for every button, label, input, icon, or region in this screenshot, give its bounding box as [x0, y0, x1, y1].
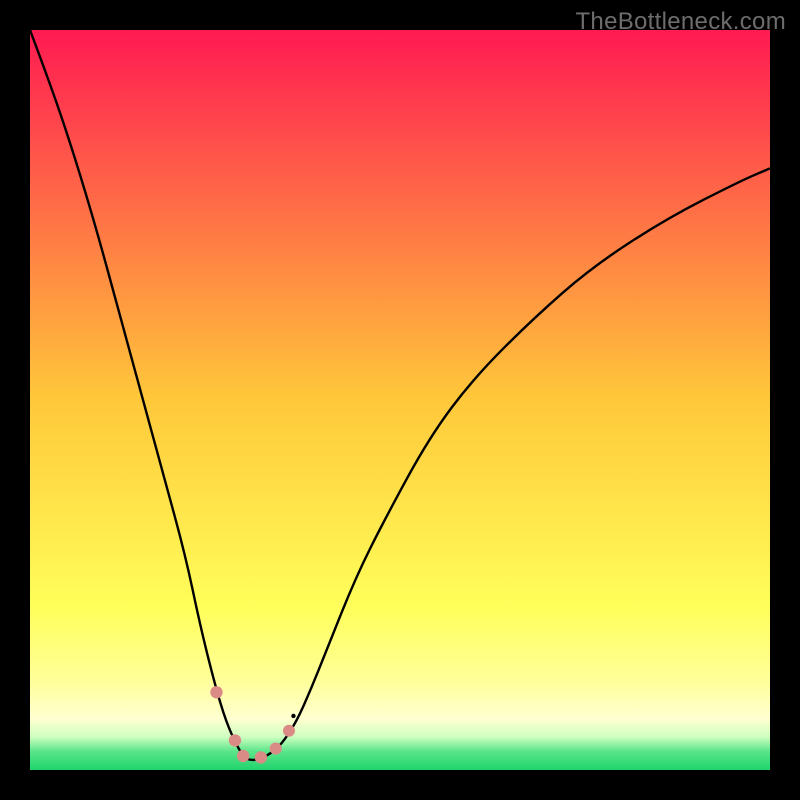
watermark-text: TheBottleneck.com	[575, 8, 786, 36]
chart-frame: TheBottleneck.com	[0, 0, 800, 800]
marker-left-main	[229, 734, 241, 746]
plot-area	[30, 30, 770, 770]
marker-right-upper	[283, 725, 295, 737]
marker-right-dot	[291, 714, 295, 718]
marker-min-left	[237, 750, 249, 762]
marker-min-right	[255, 751, 267, 763]
marker-right-main	[270, 742, 282, 754]
marker-left-upper	[210, 686, 222, 698]
gradient-background	[30, 30, 770, 770]
plot-svg	[30, 30, 770, 770]
